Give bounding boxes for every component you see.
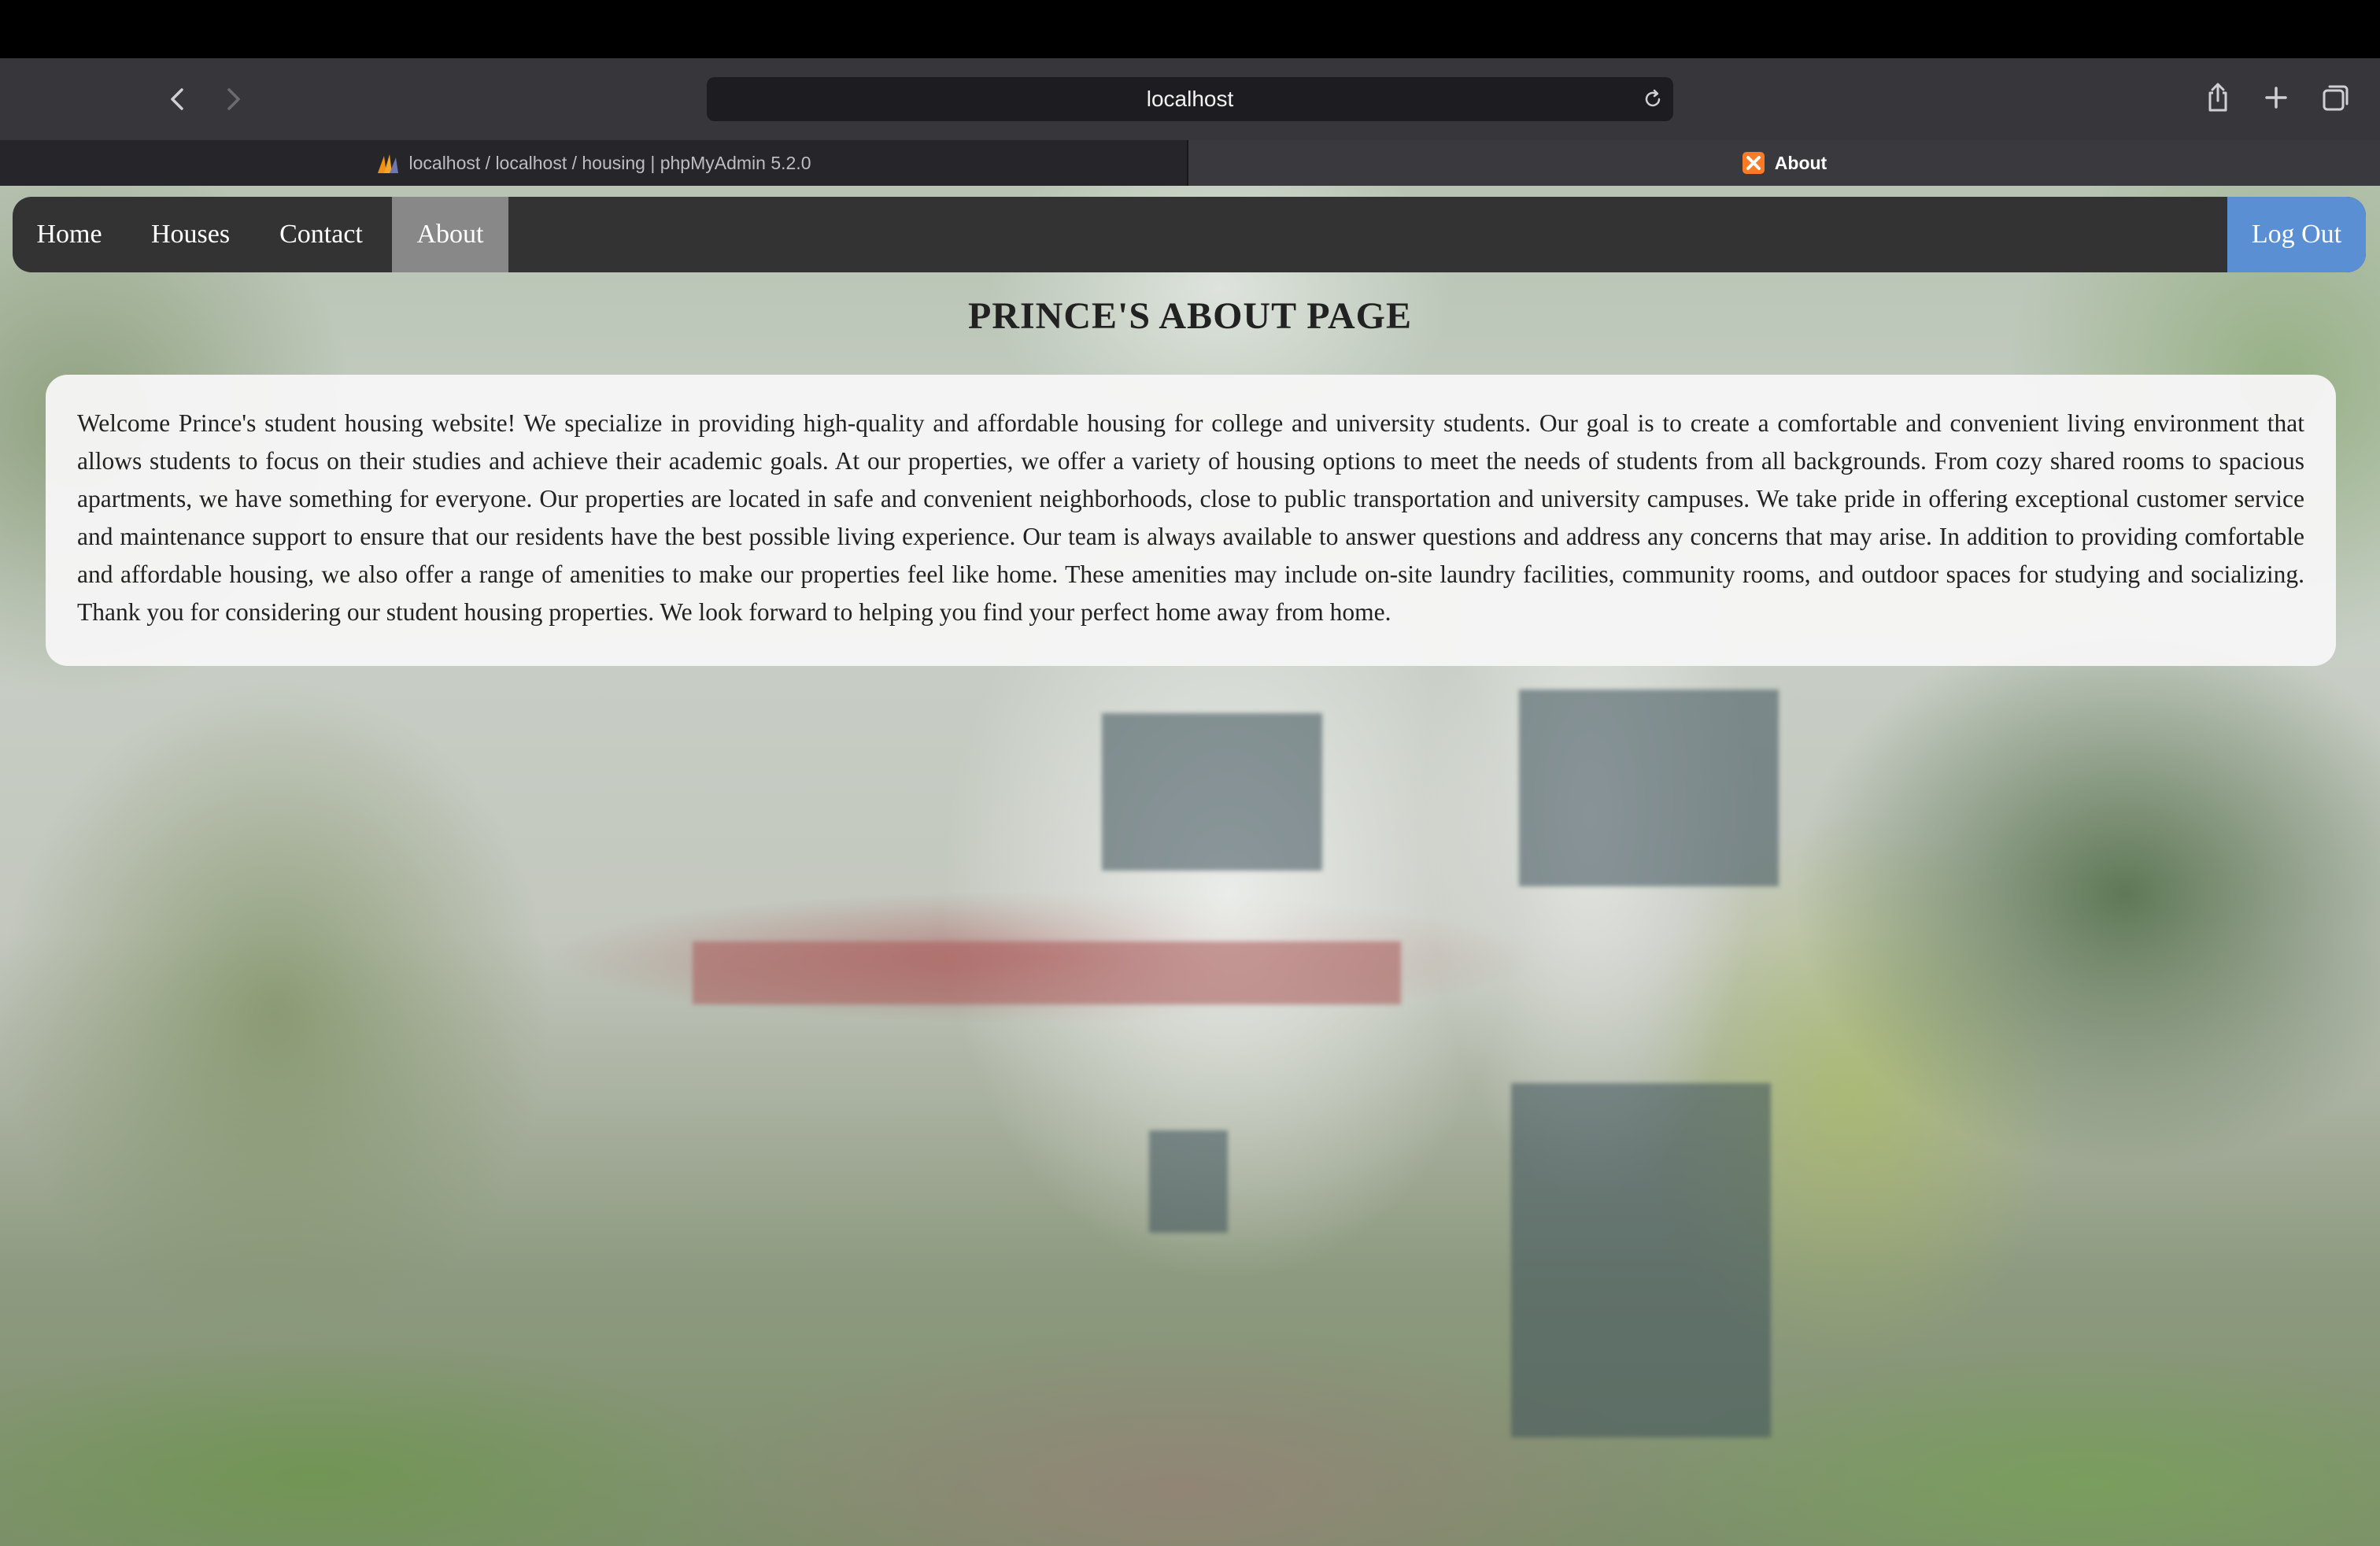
address-bar[interactable]: localhost <box>707 77 1673 121</box>
tab-bar: localhost / localhost / housing | phpMyA… <box>0 140 2380 186</box>
nav-houses[interactable]: Houses <box>126 197 255 272</box>
nav-home[interactable]: Home <box>13 197 126 272</box>
tab-about[interactable]: About <box>1188 140 2380 186</box>
about-text: Welcome Prince's student housing website… <box>77 409 2304 626</box>
background-window <box>1149 1130 1228 1233</box>
window-top-bar <box>0 0 2380 58</box>
tab-label: About <box>1774 152 1828 173</box>
tab-overview-icon[interactable] <box>2317 79 2355 117</box>
page-title: PRINCE'S ABOUT PAGE <box>968 295 1412 337</box>
nav-contact[interactable]: Contact <box>255 197 387 272</box>
forward-icon[interactable] <box>214 80 252 118</box>
background-roof <box>693 941 1401 1004</box>
phpmyadmin-icon <box>376 151 400 175</box>
new-tab-icon[interactable] <box>2257 79 2295 117</box>
share-icon[interactable] <box>2199 79 2237 117</box>
url-text: localhost <box>1146 87 1234 111</box>
site-navbar: Home Houses Contact About Log Out <box>13 197 2366 272</box>
about-card: Welcome Prince's student housing website… <box>46 375 2336 666</box>
tab-label: localhost / localhost / housing | phpMyA… <box>408 152 811 173</box>
background-window <box>1511 1083 1771 1437</box>
nav-about[interactable]: About <box>392 197 508 272</box>
back-icon[interactable] <box>159 80 197 118</box>
background-window <box>1519 690 1779 886</box>
tab-phpmyadmin[interactable]: localhost / localhost / housing | phpMyA… <box>0 140 1188 186</box>
background-window <box>1102 713 1322 871</box>
logout-button[interactable]: Log Out <box>2227 197 2366 272</box>
xampp-icon <box>1742 151 1765 175</box>
reload-icon[interactable] <box>1640 87 1665 112</box>
page-viewport: Home Houses Contact About Log Out PRINCE… <box>0 186 2380 1546</box>
